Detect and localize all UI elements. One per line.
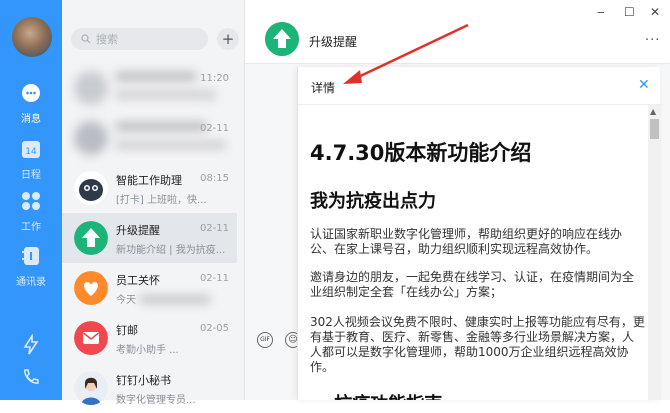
- annotation-arrow: [343, 23, 469, 84]
